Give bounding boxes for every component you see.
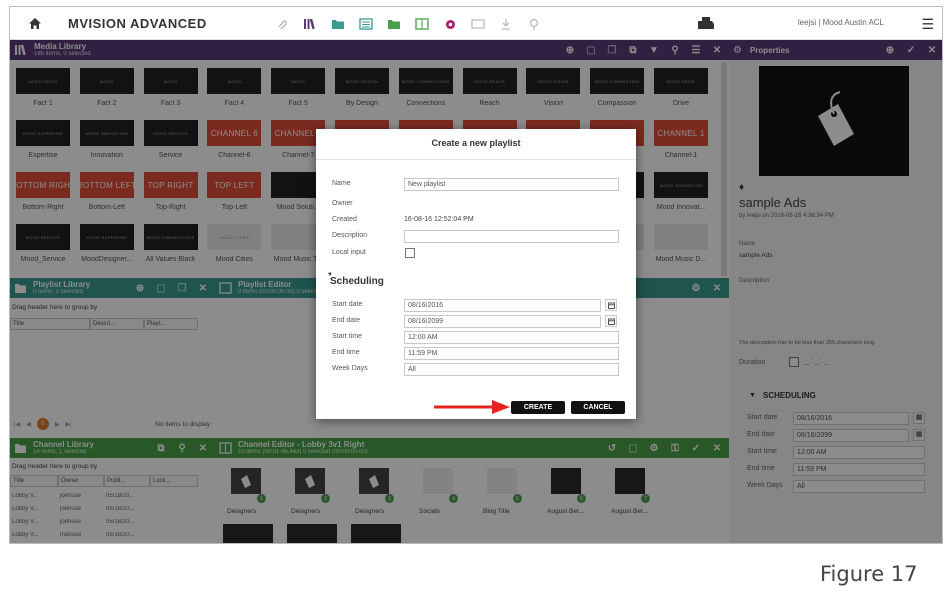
user-icon[interactable] <box>696 15 716 33</box>
local-input-label: Local input <box>332 249 366 256</box>
end-date-input[interactable]: 08/16/2099 <box>404 315 601 328</box>
week-days-input[interactable]: All <box>404 363 619 376</box>
description-input[interactable] <box>404 230 619 243</box>
end-date-label: End date <box>332 317 361 324</box>
end-time-label: End time <box>332 349 360 356</box>
home-icon[interactable] <box>22 10 48 36</box>
menu-icon[interactable]: ☰ <box>921 16 934 33</box>
pointer-arrow <box>434 400 510 414</box>
editor-icon[interactable] <box>412 14 432 34</box>
app-window: MVISION ADVANCED leejsi | Mood Austin AC… <box>9 6 943 544</box>
created-label: Created <box>332 216 357 223</box>
top-bar: MVISION ADVANCED leejsi | Mood Austin AC… <box>10 7 942 40</box>
start-time-label: Start time <box>332 333 362 340</box>
create-button[interactable]: CREATE <box>511 401 565 414</box>
cancel-button[interactable]: CANCEL <box>571 401 625 414</box>
create-playlist-dialog: Create a new playlist Name New playlist … <box>316 129 636 419</box>
channel-folder-icon[interactable] <box>384 14 404 34</box>
scheduling-heading: Scheduling <box>330 276 384 287</box>
local-input-checkbox[interactable] <box>405 248 415 258</box>
name-input[interactable]: New playlist <box>404 178 619 191</box>
library-icon[interactable] <box>300 14 320 34</box>
location-icon[interactable] <box>524 14 544 34</box>
user-info[interactable]: leejsi | Mood Austin ACL <box>798 18 884 27</box>
name-label: Name <box>332 180 351 187</box>
created-value: 16-08-16 12:52:04 PM <box>404 216 474 223</box>
download-icon[interactable] <box>496 14 516 34</box>
calendar-icon[interactable] <box>605 299 617 311</box>
figure-caption: Figure 17 <box>820 562 918 586</box>
folder-icon[interactable] <box>328 14 348 34</box>
start-time-input[interactable]: 12:00 AM <box>404 331 619 344</box>
list-icon[interactable] <box>356 14 376 34</box>
dialog-divider <box>316 159 636 160</box>
paperclip-icon[interactable] <box>272 14 292 34</box>
main-toolbar <box>272 14 544 34</box>
start-date-label: Start date <box>332 301 363 308</box>
gear-icon[interactable] <box>440 14 460 34</box>
start-date-input[interactable]: 08/16/2016 <box>404 299 601 312</box>
calendar-icon[interactable] <box>605 315 617 327</box>
week-days-label: Week Days <box>332 365 368 372</box>
description-label: Description <box>332 232 368 239</box>
app-title: MVISION ADVANCED <box>68 15 207 31</box>
owner-label: Owner <box>332 200 353 207</box>
dialog-title: Create a new playlist <box>431 138 521 148</box>
end-time-input[interactable]: 11:59 PM <box>404 347 619 360</box>
screen-icon[interactable] <box>468 14 488 34</box>
